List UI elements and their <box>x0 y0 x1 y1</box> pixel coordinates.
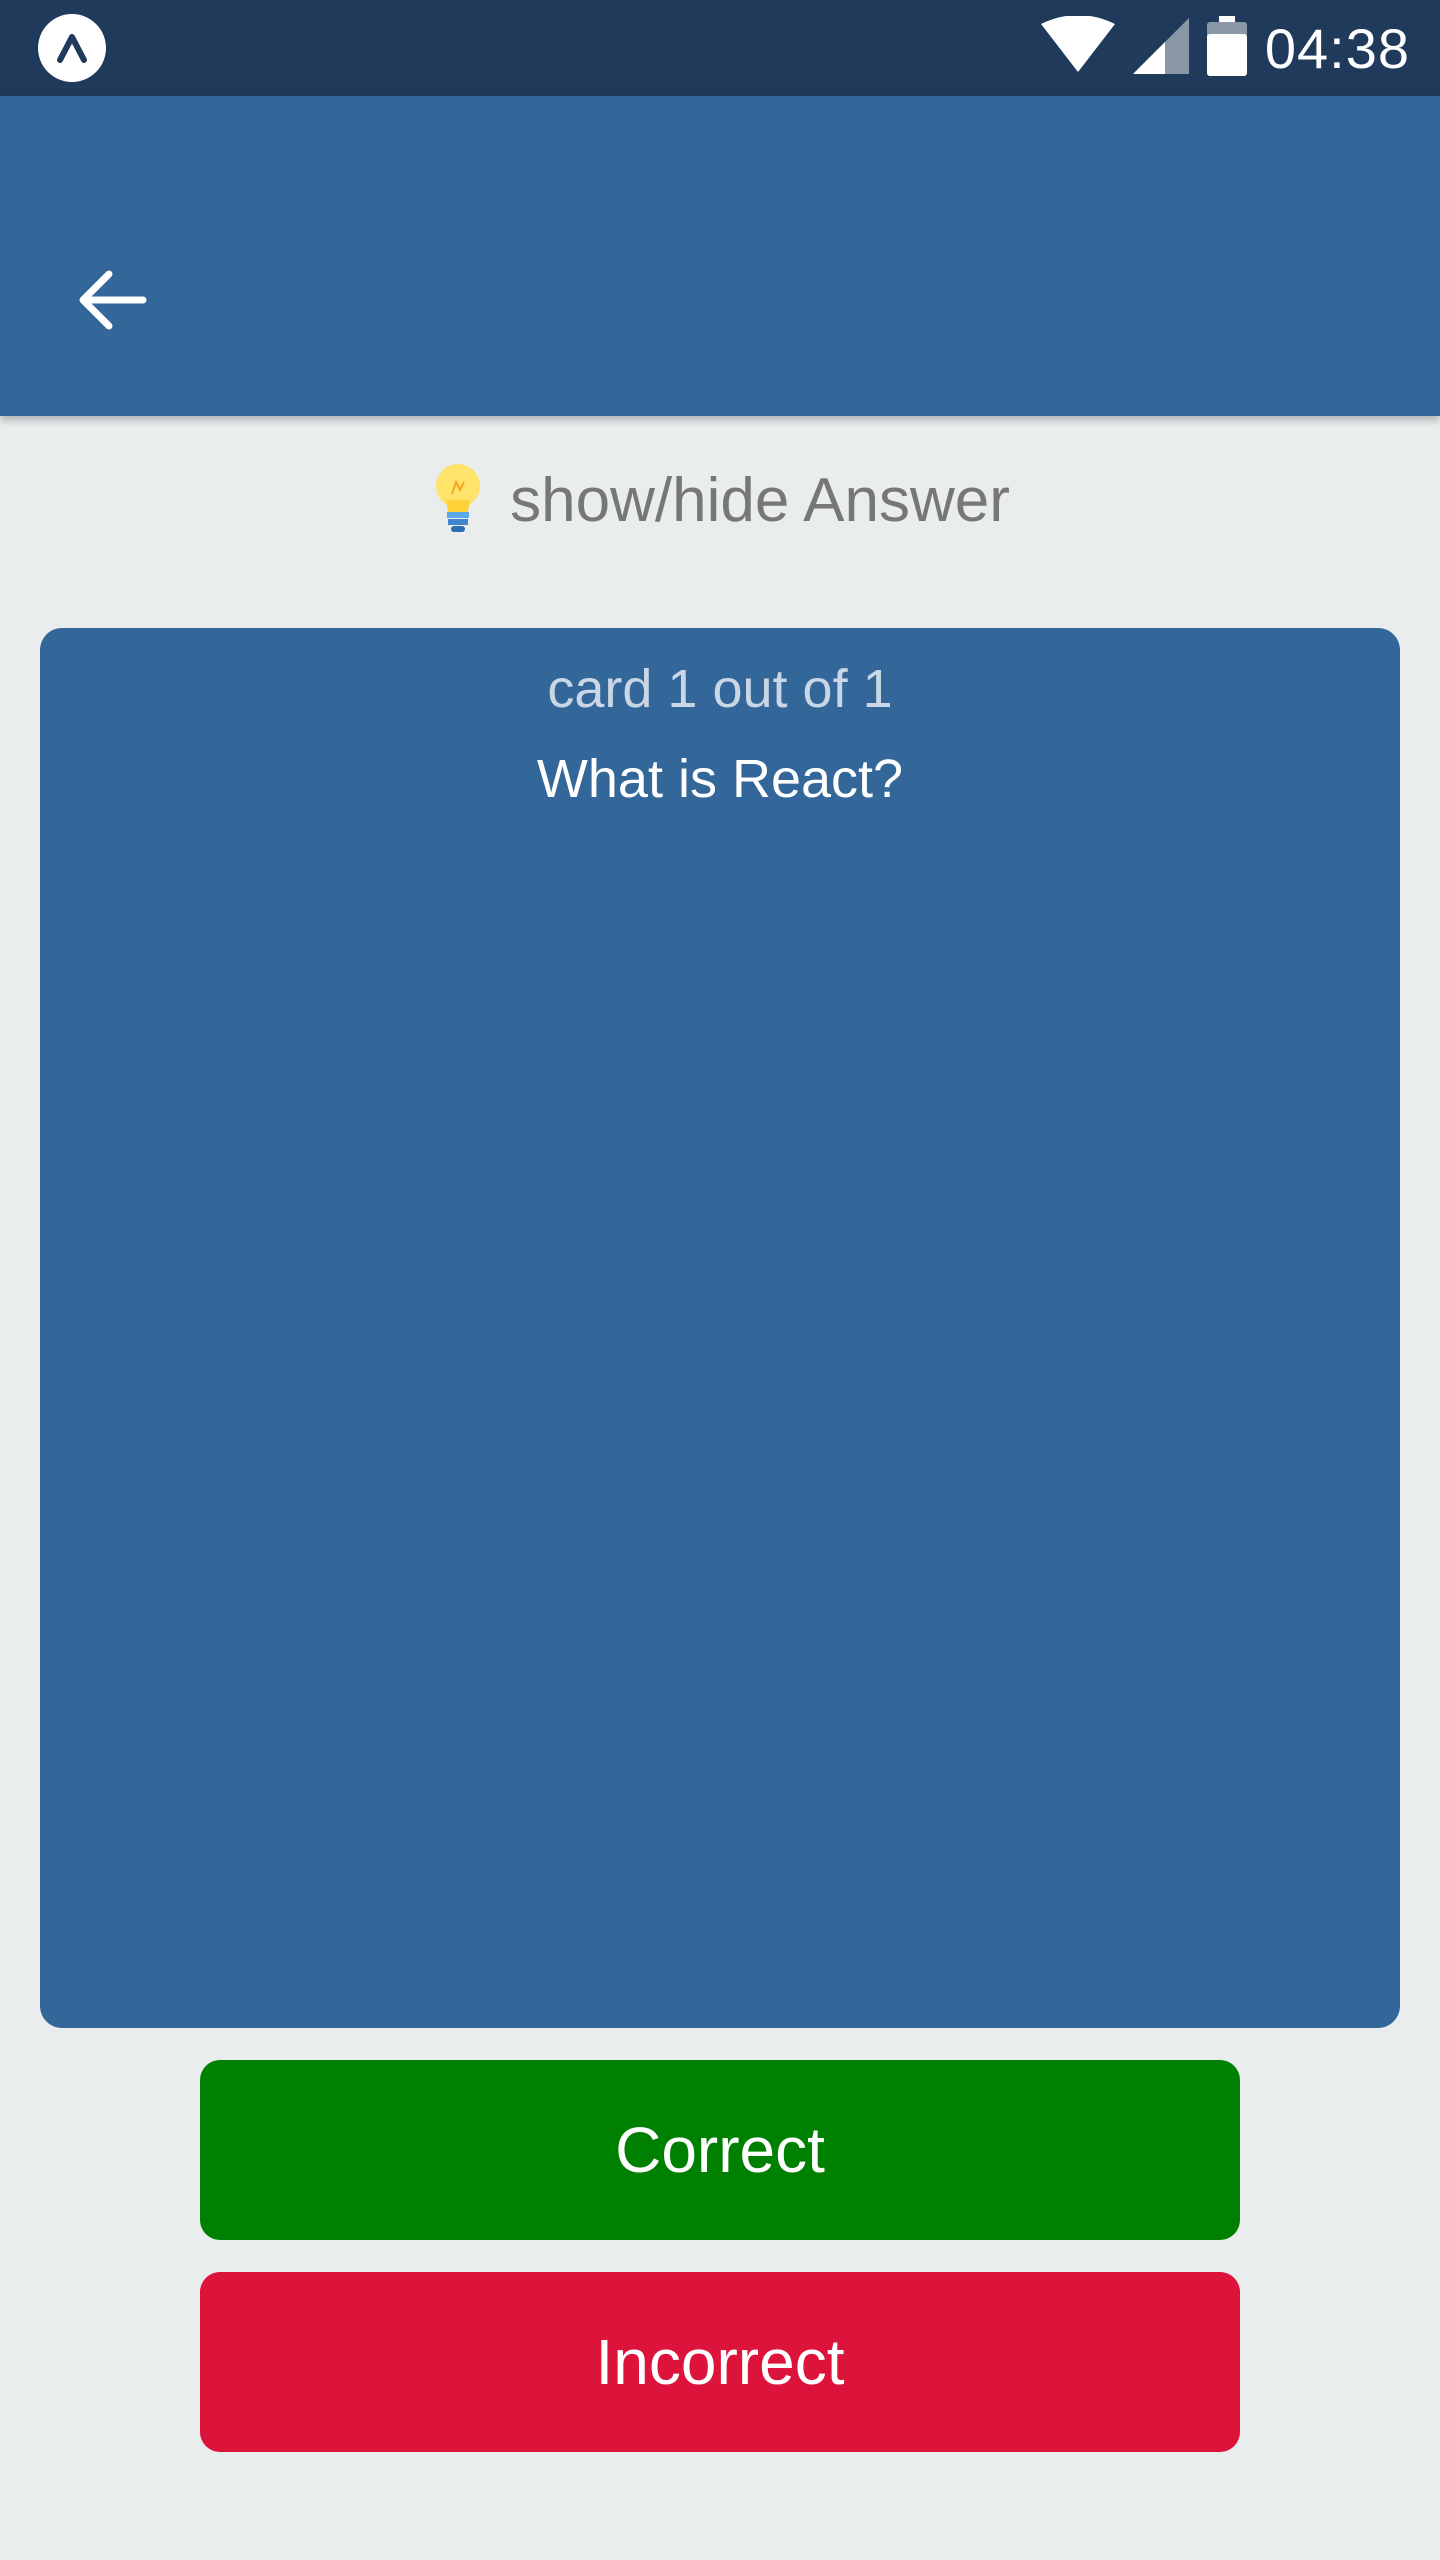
flashcard[interactable]: card 1 out of 1 What is React? <box>40 628 1400 2028</box>
battery-icon <box>1206 15 1247 81</box>
show-hide-answer-label: show/hide Answer <box>510 465 1010 535</box>
incorrect-button[interactable]: Incorrect <box>200 2272 1240 2452</box>
status-clock: 04:38 <box>1264 16 1410 80</box>
lightbulb-icon <box>430 462 486 539</box>
card-counter: card 1 out of 1 <box>547 659 893 719</box>
back-button[interactable] <box>60 250 164 354</box>
wifi-icon <box>1040 14 1115 81</box>
card-question: What is React? <box>536 749 904 809</box>
status-bar: 04:38 <box>0 0 1440 96</box>
cell-signal-icon <box>1132 17 1189 79</box>
app-bar <box>0 96 1440 416</box>
arrow-left-icon <box>77 268 147 337</box>
status-icons: 04:38 <box>1040 0 1410 96</box>
show-hide-answer-toggle[interactable]: show/hide Answer <box>0 455 1440 545</box>
expo-icon <box>38 14 106 82</box>
correct-button[interactable]: Correct <box>200 2060 1240 2240</box>
